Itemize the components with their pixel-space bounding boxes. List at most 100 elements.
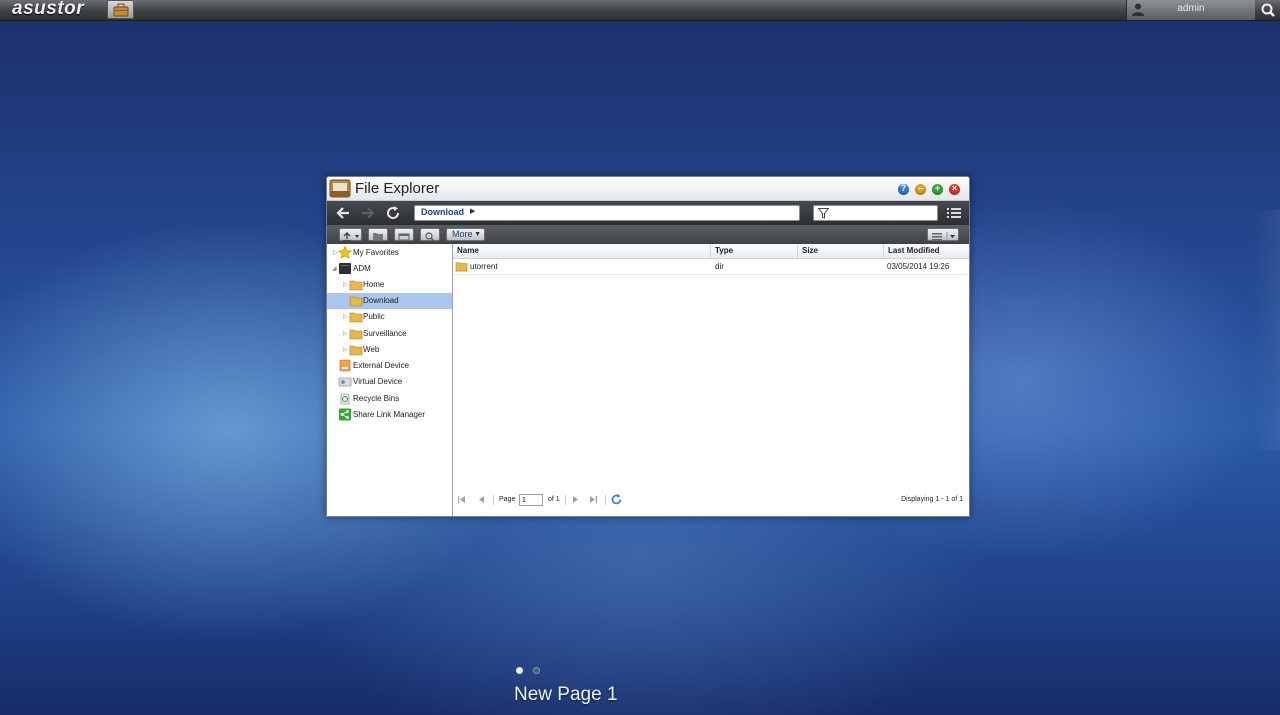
- filter-input[interactable]: [832, 207, 932, 219]
- table-row[interactable]: utorrent dir 03/05/2014 19:26: [453, 259, 969, 275]
- star-icon: [338, 246, 352, 259]
- breadcrumb-download[interactable]: Download: [421, 207, 464, 217]
- more-dropdown-button[interactable]: More ▼: [446, 228, 485, 241]
- tree-item-recycle-bins[interactable]: Recycle Bins: [327, 391, 452, 407]
- tree-item-home[interactable]: ▷ Home: [327, 277, 452, 293]
- column-header-type[interactable]: Type: [711, 244, 798, 258]
- tree-item-my-favorites[interactable]: ▷ My Favorites: [327, 245, 452, 261]
- username-label: admin: [1177, 3, 1205, 14]
- nas-device-icon: [339, 263, 351, 274]
- expand-arrow-icon[interactable]: ▷: [343, 313, 348, 320]
- tree-label: My Favorites: [353, 248, 399, 257]
- magnifier-icon: [425, 232, 435, 242]
- close-button[interactable]: ×: [949, 183, 960, 195]
- tree-item-public[interactable]: ▷ Public: [327, 309, 452, 325]
- tree-label: Virtual Device: [353, 377, 403, 386]
- file-explorer-app-icon: [329, 179, 351, 198]
- window-titlebar[interactable]: File Explorer ? – + ×: [327, 177, 969, 201]
- navigation-bar: Download ▶: [327, 201, 969, 225]
- grid-header: Name Type Size Last Modified: [453, 244, 969, 259]
- minimize-button[interactable]: –: [915, 183, 926, 195]
- page-dot-active[interactable]: [516, 667, 523, 674]
- user-menu[interactable]: admin: [1126, 0, 1255, 20]
- tree-item-adm[interactable]: ◢ ADM: [327, 261, 452, 277]
- tree-item-web[interactable]: ▷ Web: [327, 342, 452, 358]
- tree-label: Home: [363, 280, 385, 289]
- forward-arrow-icon[interactable]: [360, 205, 376, 221]
- new-folder-button[interactable]: [368, 228, 388, 241]
- next-page-handle[interactable]: [1252, 210, 1280, 450]
- column-header-last-modified[interactable]: Last Modified: [884, 244, 969, 258]
- asustor-logo: asustor: [12, 0, 85, 19]
- question-mark-icon: ?: [900, 183, 907, 193]
- refresh-list-icon[interactable]: [611, 494, 622, 505]
- folder-icon: [349, 280, 363, 291]
- folder-icon: [349, 312, 363, 323]
- tree-label: ADM: [353, 264, 371, 273]
- tree-label: Share Link Manager: [353, 410, 426, 419]
- tree-item-download[interactable]: ▷ Download: [327, 293, 452, 309]
- help-button[interactable]: ?: [898, 183, 909, 195]
- search-files-button[interactable]: [420, 228, 440, 242]
- file-list: Name Type Size Last Modified utorrent di…: [453, 244, 969, 516]
- archive-icon: [398, 233, 410, 241]
- tree-item-external-device[interactable]: External Device: [327, 358, 452, 374]
- briefcase-icon: [113, 3, 129, 17]
- close-icon: ×: [951, 183, 958, 193]
- refresh-icon[interactable]: [385, 205, 401, 221]
- window-title: File Explorer: [355, 180, 440, 197]
- upload-dropdown-button[interactable]: [339, 228, 362, 242]
- folder-icon: [349, 296, 363, 307]
- filter-search[interactable]: [813, 205, 938, 221]
- new-folder-icon: [373, 233, 383, 240]
- archive-button[interactable]: [394, 228, 414, 241]
- action-toolbar: More ▼: [327, 225, 969, 244]
- maximize-button[interactable]: +: [932, 183, 943, 195]
- breadcrumb-arrow-icon[interactable]: ▶: [470, 207, 475, 215]
- tree-label: Surveillance: [363, 329, 407, 338]
- view-mode-dropdown-button[interactable]: [927, 228, 959, 241]
- page-dot[interactable]: [533, 667, 540, 674]
- folder-icon: [455, 262, 468, 272]
- top-bar: asustor admin: [0, 0, 1280, 21]
- expand-arrow-icon[interactable]: ▷: [343, 281, 348, 288]
- desktop-page-indicator: [514, 667, 544, 677]
- pager-separator: [605, 495, 606, 505]
- collapse-arrow-icon[interactable]: ◢: [332, 265, 337, 272]
- tree-label: External Device: [353, 361, 410, 370]
- expand-arrow-icon[interactable]: ▷: [343, 330, 348, 337]
- path-breadcrumb[interactable]: Download ▶: [414, 205, 800, 221]
- list-menu-icon[interactable]: [947, 207, 961, 219]
- file-type: dir: [715, 262, 724, 271]
- file-name: utorrent: [470, 262, 498, 271]
- column-header-name[interactable]: Name: [453, 244, 711, 258]
- last-page-icon[interactable]: [589, 495, 598, 504]
- app-launcher-button[interactable]: [107, 0, 134, 19]
- expand-arrow-icon[interactable]: ▷: [343, 346, 348, 353]
- column-header-size[interactable]: Size: [798, 244, 884, 258]
- displaying-count: Displaying 1 - 1 of 1: [901, 496, 963, 503]
- tree-item-share-link-manager[interactable]: Share Link Manager: [327, 407, 452, 423]
- minimize-icon: –: [917, 183, 923, 193]
- tree-item-virtual-device[interactable]: Virtual Device: [327, 374, 452, 390]
- external-drive-icon: [339, 359, 351, 372]
- file-explorer-window: File Explorer ? – + × Download ▶ More ▼ …: [326, 176, 970, 517]
- back-arrow-icon[interactable]: [335, 205, 351, 221]
- next-page-icon[interactable]: [571, 495, 580, 504]
- previous-page-icon[interactable]: [477, 495, 486, 504]
- search-icon[interactable]: [1258, 2, 1278, 18]
- virtual-drive-icon: [338, 377, 352, 387]
- first-page-icon[interactable]: [457, 495, 466, 504]
- tree-label: Web: [363, 345, 380, 354]
- tree-item-surveillance[interactable]: ▷ Surveillance: [327, 326, 452, 342]
- more-label: More: [452, 229, 473, 239]
- expand-arrow-icon[interactable]: ▷: [333, 249, 338, 256]
- maximize-icon: +: [934, 183, 941, 193]
- desktop-page-name: New Page 1: [514, 684, 618, 705]
- page-number-input[interactable]: [519, 494, 543, 506]
- page-label: Page: [499, 496, 516, 503]
- folder-tree: ▷ My Favorites ◢ ADM ▷ Home ▷ Download ▷…: [327, 244, 453, 516]
- folder-icon: [349, 345, 363, 356]
- expand-arrow-icon[interactable]: ▷: [343, 297, 348, 304]
- filter-icon: [818, 208, 829, 219]
